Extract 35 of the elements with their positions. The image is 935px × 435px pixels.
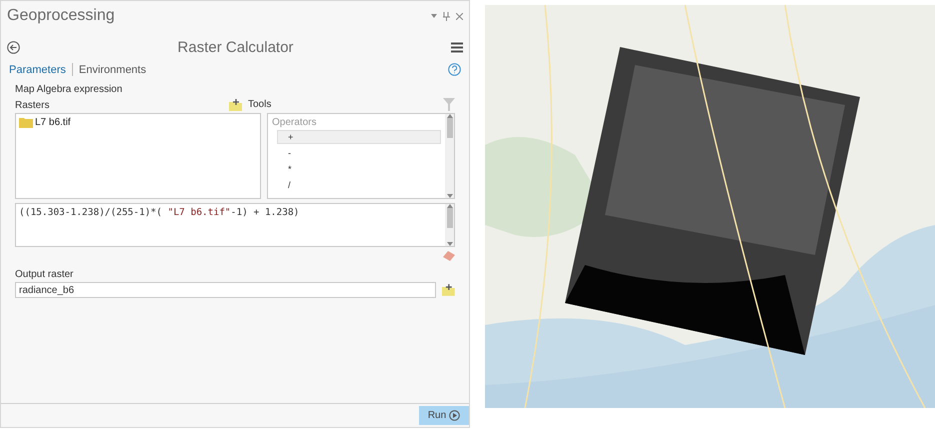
expression-field[interactable]: ((15.303-1.238)/(255-1)*( "L7 b6.tif"-1) + 1.238) (15, 203, 455, 247)
tools-label: Tools (248, 99, 272, 110)
raster-item[interactable]: L7 b6.tif (19, 117, 257, 128)
scroll-down-icon[interactable] (446, 194, 452, 198)
operator-item[interactable]: - (277, 146, 441, 160)
tab[interactable]: Environments (78, 64, 146, 76)
tool-title: Raster Calculator (178, 38, 294, 56)
run-button[interactable]: Run (419, 406, 469, 425)
filter-icon[interactable] (443, 98, 455, 111)
scrollbar[interactable] (445, 204, 454, 246)
operators-heading: Operators (272, 117, 318, 128)
scroll-thumb[interactable] (446, 118, 452, 138)
pin-icon[interactable] (443, 12, 450, 20)
eraser-icon[interactable] (443, 251, 455, 261)
tab[interactable]: Parameters (9, 64, 66, 76)
dropdown-icon[interactable] (431, 14, 437, 18)
add-folder-icon[interactable] (442, 284, 455, 296)
scroll-down-icon[interactable] (446, 242, 452, 246)
scroll-thumb[interactable] (446, 208, 452, 228)
output-raster-field[interactable]: radiance_b6 (15, 282, 436, 298)
section-label: Map Algebra expression (15, 84, 124, 95)
operator-item[interactable]: / (277, 178, 441, 192)
back-icon[interactable] (7, 40, 20, 54)
rasters-label: Rasters (15, 100, 50, 111)
add-folder-icon[interactable] (229, 98, 242, 110)
window-title: Geoprocessing (7, 7, 115, 25)
operator-item[interactable]: * (277, 162, 441, 176)
raster-layer-icon (19, 117, 33, 128)
output-label: Output raster (15, 269, 74, 280)
help-icon[interactable] (448, 63, 461, 76)
operator-item[interactable]: + (277, 130, 441, 144)
menu-icon[interactable] (450, 42, 463, 52)
scrollbar[interactable] (445, 114, 454, 198)
close-icon[interactable] (456, 12, 463, 20)
play-icon (449, 410, 460, 421)
